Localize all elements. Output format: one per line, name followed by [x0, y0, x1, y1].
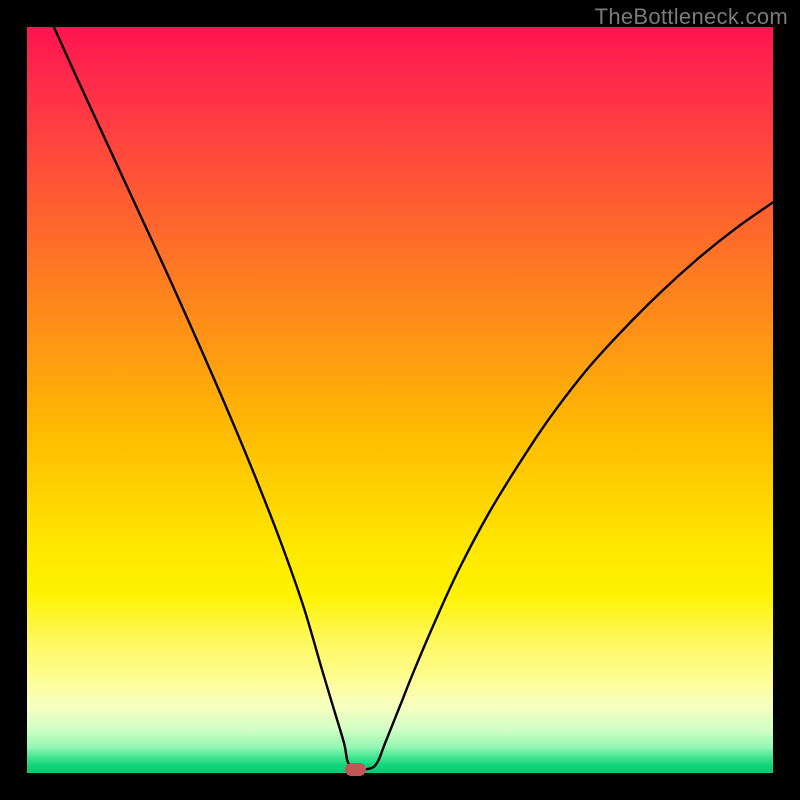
chart-frame: TheBottleneck.com [0, 0, 800, 800]
bottleneck-curve [54, 27, 773, 769]
curve-svg [27, 27, 773, 773]
optimal-point-marker [345, 763, 366, 776]
plot-area [27, 27, 773, 773]
